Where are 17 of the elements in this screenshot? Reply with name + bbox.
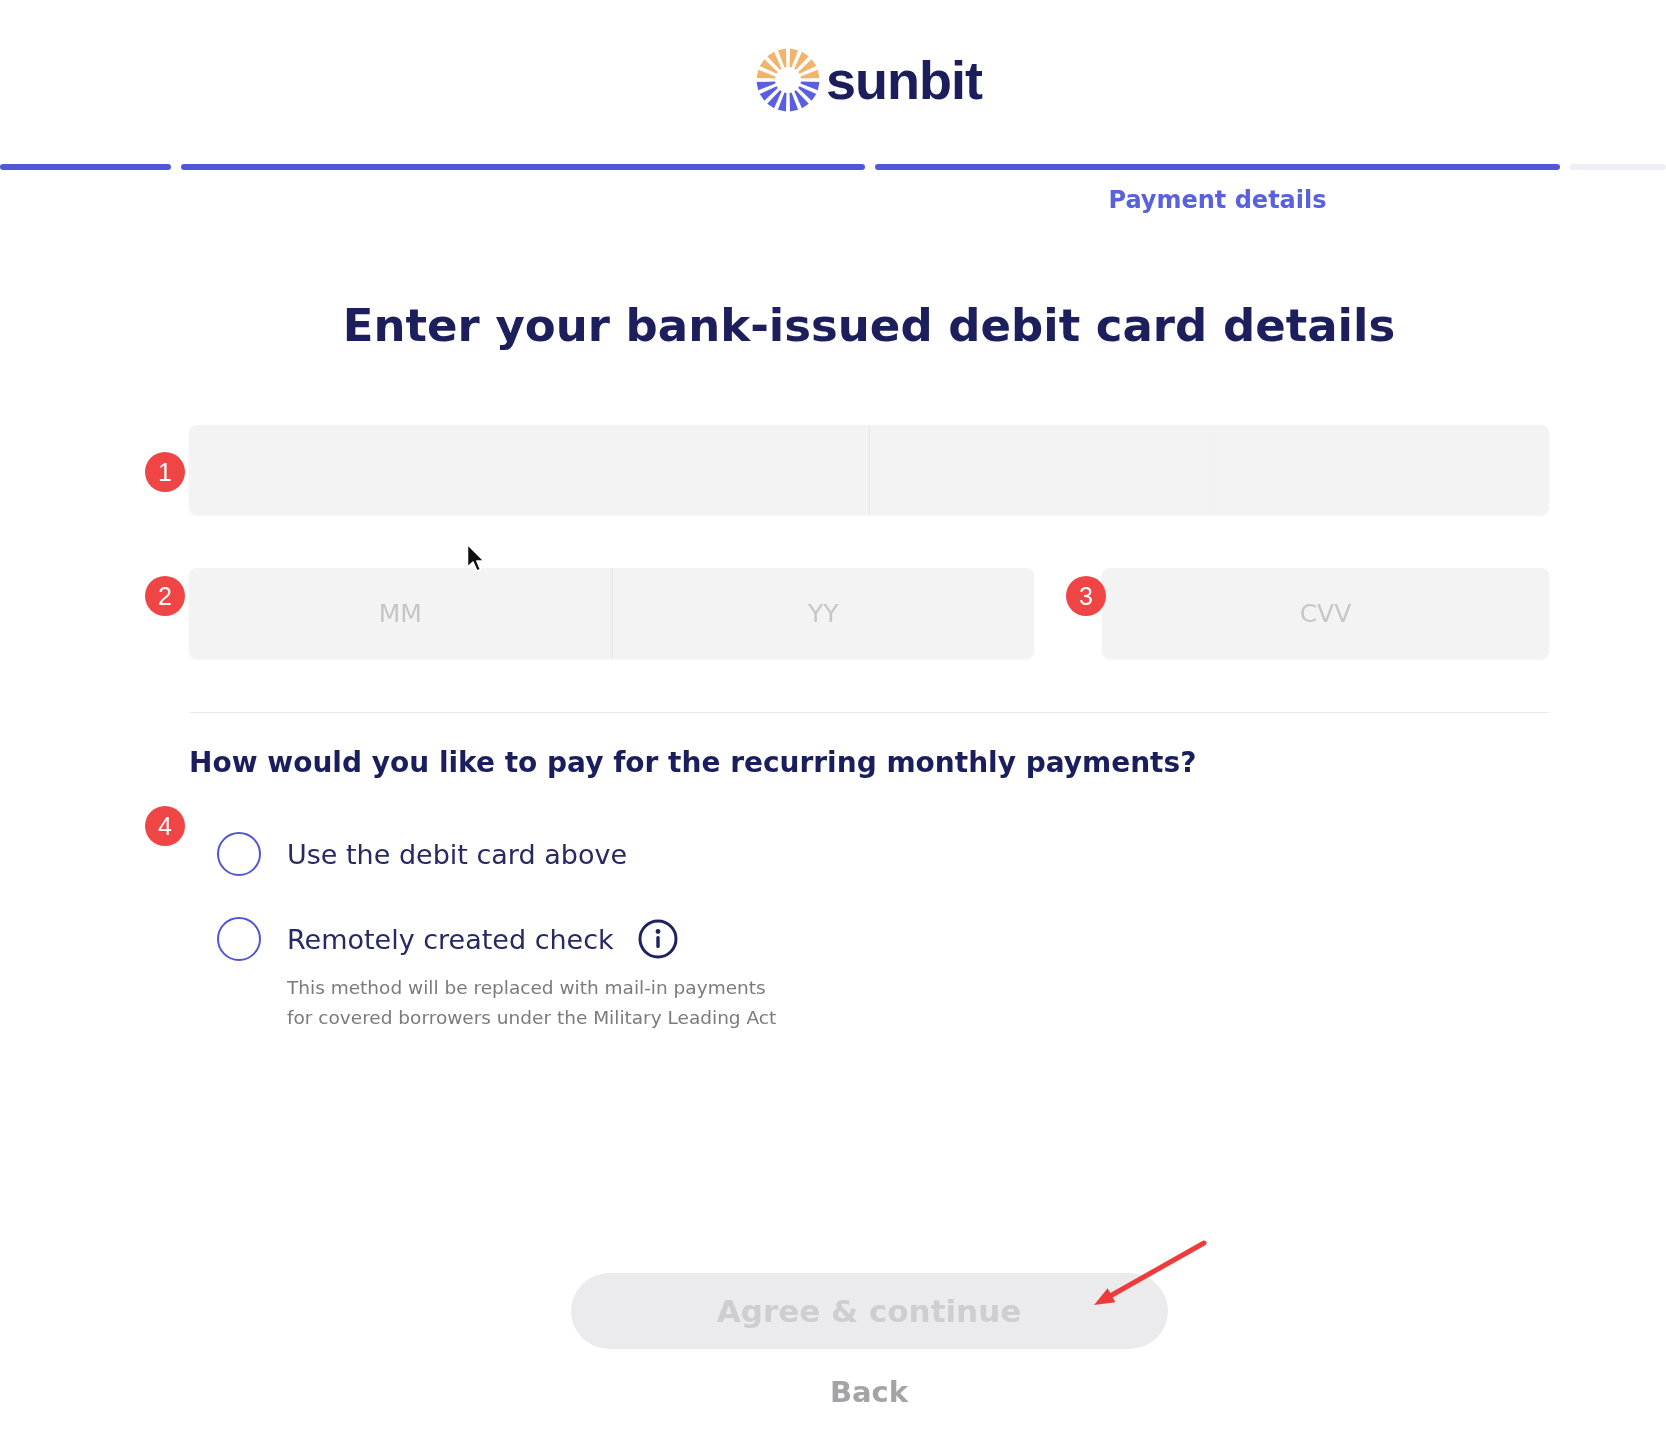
info-icon[interactable] — [637, 919, 678, 959]
option-note: This method will be replaced with mail-in payments for covered borrowers under the Military Leading Act — [287, 976, 778, 1030]
callout-marker: 3 — [1066, 576, 1106, 616]
callout-marker: 1 — [145, 452, 185, 492]
option-label[interactable]: Remotely created check — [287, 923, 614, 955]
card-number-field[interactable] — [189, 425, 869, 515]
radio-button[interactable] — [217, 917, 261, 961]
radio-button[interactable] — [217, 832, 261, 876]
option-label[interactable]: Use the debit card above — [287, 838, 627, 870]
question-text: How would you like to pay for the recurring monthly payments? — [189, 745, 1198, 781]
card-number-field[interactable] — [869, 425, 1209, 515]
step-label: Payment details — [1108, 185, 1327, 215]
sunburst-logo-icon — [756, 48, 820, 112]
page-heading: Enter your bank-issued debit card details — [341, 298, 1397, 354]
callout-marker: 2 — [145, 576, 185, 616]
logo-wordmark: sunbit — [826, 49, 982, 112]
callout-marker: 4 — [145, 806, 185, 846]
